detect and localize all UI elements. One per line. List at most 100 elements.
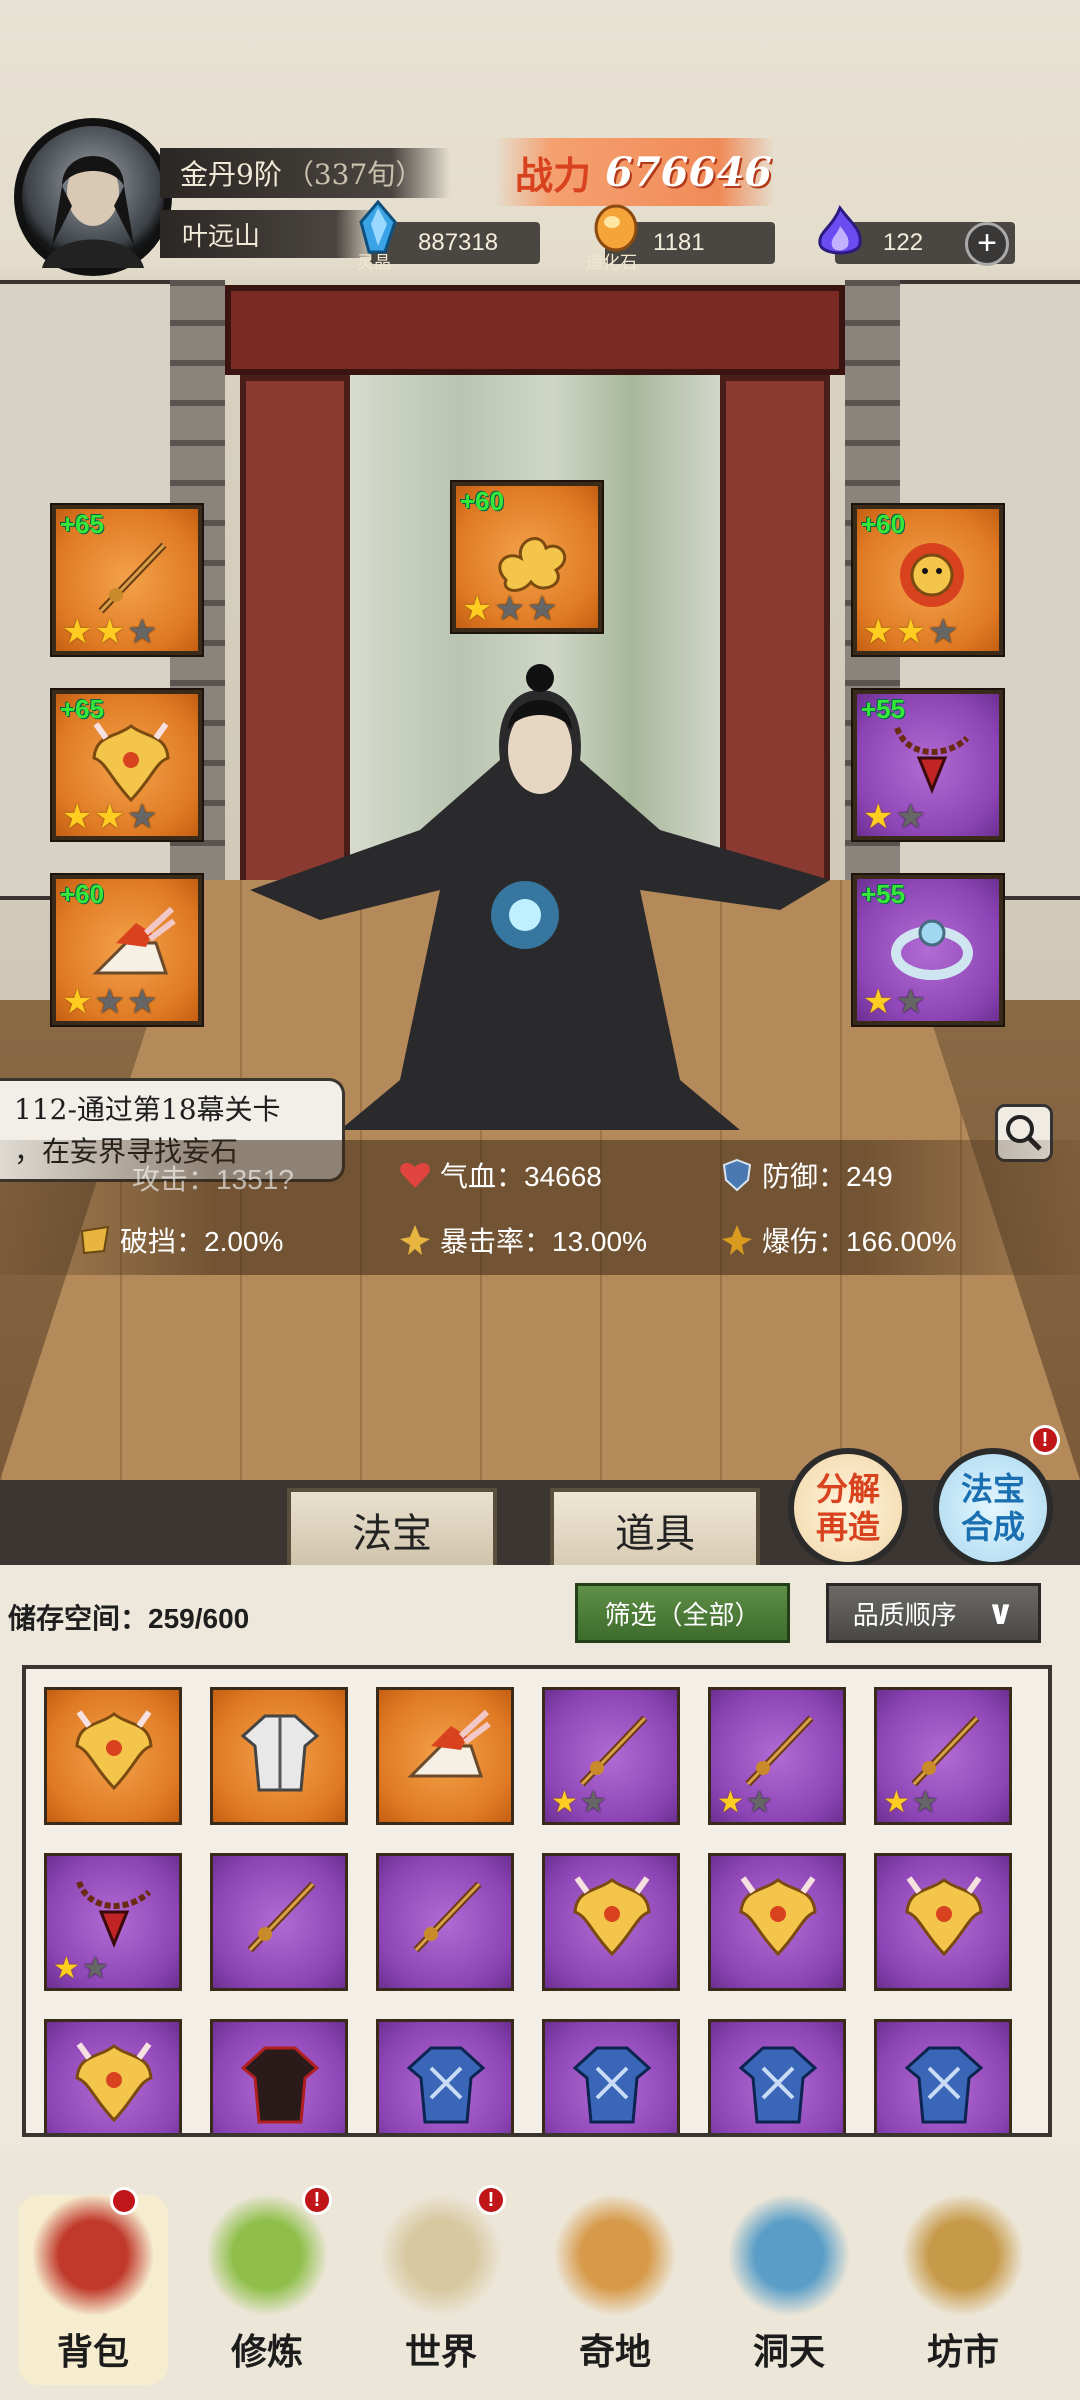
equip-slot-center[interactable]: +60 ★★★ (452, 482, 602, 632)
synthesize-button[interactable]: 法宝 合成 (933, 1448, 1053, 1568)
nav-label: 奇地 (578, 2331, 651, 2373)
enhance-bonus: +55 (861, 694, 906, 724)
enhance-bonus: +60 (861, 509, 906, 539)
inventory-item[interactable]: ★★ (708, 1687, 846, 1825)
decompose-label-1: 分解 (815, 1470, 880, 1508)
spirit-crystal-value: 887318 (418, 229, 499, 256)
star-rating: ★★★ (863, 613, 961, 651)
nav-wonderland[interactable]: 奇地 (540, 2195, 690, 2385)
inventory-item[interactable] (44, 2019, 182, 2133)
storage-value: 259/600 (148, 1603, 250, 1634)
enhance-bonus: +60 (60, 879, 105, 909)
golden-armor-icon (86, 718, 176, 808)
add-resource-button[interactable]: + (965, 222, 1009, 266)
inventory-item[interactable]: ★★ (44, 1853, 182, 1991)
sort-label: 品质顺序 (852, 1599, 957, 1630)
inventory-item[interactable] (376, 1687, 514, 1825)
star-rating: ★★★ (62, 798, 160, 836)
nav-cultivation[interactable]: 修炼! (192, 2185, 342, 2385)
inventory-item[interactable] (210, 2019, 348, 2133)
player-avatar[interactable] (14, 118, 172, 276)
decompose-button[interactable]: 分解 再造 (788, 1448, 908, 1568)
notification-badge: ! (476, 2185, 506, 2215)
star-rating: ★★★ (462, 590, 560, 628)
nav-world-scroll[interactable]: 世界! (366, 2185, 516, 2385)
combat-power-value: 676646 (605, 148, 773, 196)
star-rating: ★★ (883, 1786, 941, 1819)
blue-robe-icon (899, 2038, 989, 2133)
enhance-bonus: +60 (460, 486, 505, 516)
star-rating: ★★★ (62, 983, 160, 1021)
filter-button[interactable]: 筛选（全部） (575, 1583, 790, 1643)
inventory-item[interactable] (542, 2019, 680, 2133)
stat-attack-value: 攻击：1351? (132, 1164, 294, 1195)
stat-crit-rate: 暴击率：13.00% (398, 1220, 647, 1260)
creation-stone-label: 造化石 (586, 253, 637, 273)
realm-bar: 金丹9阶 （337旬） (160, 148, 450, 198)
enhance-bonus: +55 (861, 879, 906, 909)
inventory-item[interactable] (210, 1853, 348, 1991)
sort-dropdown[interactable]: 品质顺序 ∨ (826, 1583, 1041, 1643)
player-age: （337旬） (285, 158, 424, 191)
sword-icon (235, 1872, 325, 1967)
player-name: 叶远山 (182, 221, 261, 252)
star-rating: ★★ (863, 798, 928, 836)
blue-robe-icon (733, 2038, 823, 2133)
inventory-item[interactable] (210, 1687, 348, 1825)
equip-slot-left-2[interactable]: +65 ★★★ (52, 690, 202, 840)
inventory-item[interactable] (44, 1687, 182, 1825)
inventory-item[interactable] (708, 1853, 846, 1991)
nav-label: 坊市 (926, 2331, 999, 2373)
decompose-label-2: 再造 (815, 1508, 880, 1546)
combat-power-label: 战力 (515, 152, 592, 198)
equip-slot-left-3[interactable]: +60 ★★★ (52, 875, 202, 1025)
golden-armor-icon (567, 1872, 657, 1967)
filter-label: 筛选（全部） (604, 1599, 761, 1630)
tab-strip (0, 1480, 1080, 1570)
spirit-crystal-label: 灵晶 (357, 253, 391, 273)
wonderland-icon (555, 2195, 675, 2315)
golden-cloud-charm-icon (486, 510, 576, 600)
equip-slot-left-1[interactable]: +65 ★★★ (52, 505, 202, 655)
nav-label: 世界 (404, 2331, 477, 2373)
synthesize-badge: ! (1030, 1425, 1060, 1455)
nav-label: 洞天 (752, 2331, 825, 2373)
tab-items[interactable]: 道具 (550, 1488, 760, 1568)
creation-stone-value: 1181 (653, 229, 705, 256)
combat-power: 战力 676646 (495, 138, 775, 206)
inventory-item[interactable] (708, 2019, 846, 2133)
inventory-item[interactable] (874, 1853, 1012, 1991)
blue-robe-icon (567, 2038, 657, 2133)
equip-slot-right-2[interactable]: +55 ★★ (853, 690, 1003, 840)
nav-cave-portal[interactable]: 洞天 (714, 2195, 864, 2385)
equip-slot-right-1[interactable]: +60 ★★★ (853, 505, 1003, 655)
golden-armor-icon (69, 1706, 159, 1801)
inventory-item[interactable] (874, 2019, 1012, 2133)
stat-crit-rate-value: 暴击率：13.00% (440, 1226, 647, 1257)
synthesize-label-1: 法宝 (960, 1470, 1025, 1508)
name-bar: 叶远山 (160, 210, 380, 258)
notification-badge: ! (302, 2185, 332, 2215)
jade-bracelet-icon (887, 903, 977, 993)
star-rating: ★★ (717, 1786, 775, 1819)
shield-icon (720, 1158, 754, 1192)
golden-armor-icon (69, 2038, 159, 2133)
inventory-item[interactable] (376, 1853, 514, 1991)
inventory-item[interactable]: ★★ (874, 1687, 1012, 1825)
lion-beast-icon (887, 533, 977, 623)
inventory-grid[interactable]: ★★ ★★ ★★ ★★ (22, 1665, 1052, 2137)
equip-slot-right-3[interactable]: +55 ★★ (853, 875, 1003, 1025)
stat-crit-dmg-value: 爆伤：166.00% (762, 1226, 957, 1257)
tab-treasure[interactable]: 法宝 (287, 1488, 497, 1568)
inventory-item[interactable] (542, 1853, 680, 1991)
sword-icon (401, 1872, 491, 1967)
nav-market[interactable]: 坊市 (888, 2195, 1038, 2385)
inventory-item[interactable]: ★★ (542, 1687, 680, 1825)
backpack-icon (33, 2195, 153, 2315)
winged-boot-icon (86, 903, 176, 993)
beads-pendant-icon (887, 718, 977, 808)
soul-fire-value: 122 (883, 229, 924, 256)
nav-backpack[interactable]: 背包 (18, 2195, 168, 2385)
stat-attack: 攻击：1351? (90, 1158, 294, 1198)
inventory-item[interactable] (376, 2019, 514, 2133)
